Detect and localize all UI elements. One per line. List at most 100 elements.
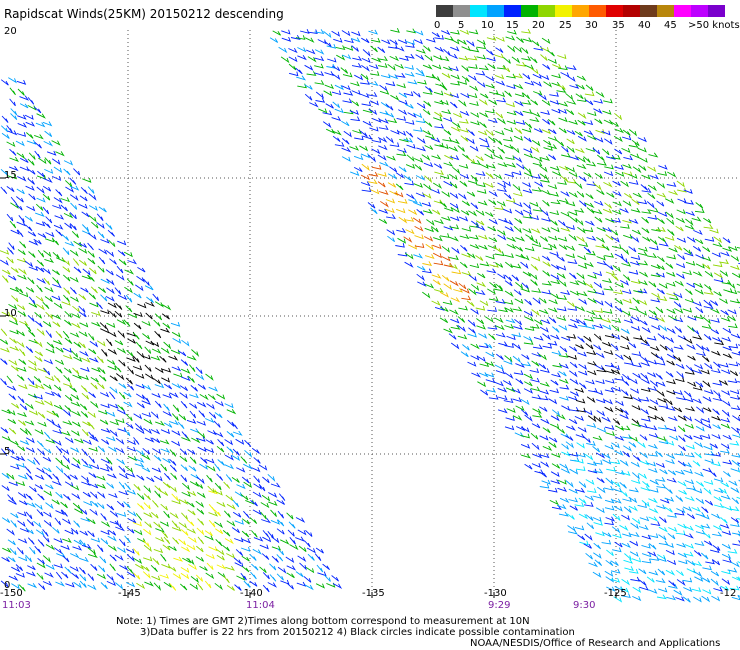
wind-barb xyxy=(459,127,469,133)
wind-barb xyxy=(216,564,227,570)
wind-barb xyxy=(236,467,246,473)
wind-barb xyxy=(710,328,720,335)
wind-barb xyxy=(341,156,351,162)
legend-label: 30 xyxy=(585,20,598,31)
wind-barb xyxy=(304,584,314,591)
wind-barb xyxy=(629,540,639,547)
wind-barb xyxy=(118,490,128,496)
wind-barb xyxy=(457,145,465,152)
wind-barb xyxy=(82,268,91,276)
wind-barb xyxy=(63,287,71,295)
wind-barb xyxy=(549,251,559,257)
wind-barb xyxy=(569,505,578,511)
lat-label: 15 xyxy=(4,170,17,181)
wind-barb xyxy=(100,309,110,315)
wind-barb xyxy=(36,562,46,569)
wind-barb xyxy=(69,474,78,480)
wind-barb xyxy=(17,257,27,263)
wind-barb xyxy=(44,572,54,578)
wind-barb xyxy=(604,520,615,526)
wind-barb xyxy=(632,192,643,199)
wind-barb xyxy=(162,544,171,551)
wind-barb xyxy=(541,479,551,485)
wind-barb xyxy=(413,253,424,259)
wind-barb xyxy=(71,572,79,579)
wind-barb xyxy=(547,49,555,57)
wind-barb xyxy=(16,132,27,137)
wind-barb xyxy=(232,430,243,436)
wind-barb xyxy=(569,272,577,280)
wind-barb xyxy=(515,282,524,290)
wind-barb xyxy=(27,565,36,571)
wind-barb xyxy=(565,225,575,230)
wind-barb xyxy=(648,281,657,288)
wind-barb xyxy=(6,141,16,148)
wind-barb xyxy=(542,63,551,70)
wind-barb xyxy=(585,220,595,227)
wind-barb xyxy=(471,372,481,378)
wind-barb xyxy=(488,237,498,243)
wind-barb xyxy=(315,91,325,100)
wind-barb xyxy=(494,364,504,370)
wind-barb xyxy=(127,510,137,517)
wind-barb xyxy=(106,436,116,442)
wind-barb xyxy=(548,154,557,161)
wind-barb xyxy=(521,100,532,105)
wind-barb xyxy=(727,281,736,290)
wind-barb xyxy=(602,459,612,465)
wind-barb xyxy=(143,485,152,494)
wind-barb xyxy=(695,306,704,314)
wind-barb xyxy=(277,566,287,574)
time-label: 9:30 xyxy=(573,600,596,611)
wind-barb xyxy=(36,572,44,580)
wind-barb xyxy=(570,318,580,324)
wind-barb xyxy=(116,573,125,580)
wind-barb xyxy=(668,583,678,589)
wind-barb xyxy=(468,210,478,217)
wind-barb xyxy=(80,186,88,195)
wind-barb xyxy=(704,363,713,370)
wind-barb xyxy=(8,393,16,401)
wind-barb xyxy=(569,361,578,369)
wind-barb xyxy=(160,327,171,333)
wind-barb xyxy=(55,445,63,454)
wind-barb xyxy=(469,263,480,269)
wind-barb xyxy=(449,280,459,287)
wind-barb xyxy=(90,401,99,409)
wind-barb xyxy=(605,477,614,486)
wind-barb xyxy=(234,537,244,543)
wind-barb xyxy=(569,155,580,161)
wind-barb xyxy=(538,309,549,315)
wind-barb xyxy=(503,208,513,214)
wind-barb xyxy=(217,438,225,447)
wind-barb xyxy=(619,208,630,214)
wind-barb xyxy=(576,272,585,280)
wind-barb xyxy=(651,292,661,299)
wind-barb xyxy=(90,377,99,383)
wind-barb xyxy=(682,596,691,603)
wind-barb xyxy=(639,585,649,591)
wind-barb xyxy=(151,467,162,473)
wind-barb xyxy=(597,160,607,166)
wind-barb xyxy=(234,519,244,525)
wind-barb xyxy=(592,271,603,277)
wind-barb xyxy=(96,340,106,347)
wind-barb xyxy=(506,119,516,125)
wind-barb xyxy=(656,504,666,510)
wind-barb xyxy=(584,282,594,289)
wind-barb xyxy=(297,555,307,563)
wind-barb xyxy=(524,381,533,387)
wind-barb xyxy=(632,595,642,602)
wind-barb xyxy=(561,405,571,411)
wind-barb xyxy=(615,400,624,407)
wind-barb xyxy=(727,378,738,384)
wind-barb xyxy=(88,292,96,300)
wind-barb xyxy=(677,481,687,487)
wind-barb xyxy=(163,403,170,412)
wind-barb xyxy=(651,226,662,232)
wind-barb xyxy=(621,389,629,396)
wind-barb xyxy=(658,526,668,533)
wind-barb xyxy=(354,135,364,141)
wind-barb xyxy=(51,314,62,320)
wind-barb xyxy=(592,493,603,499)
